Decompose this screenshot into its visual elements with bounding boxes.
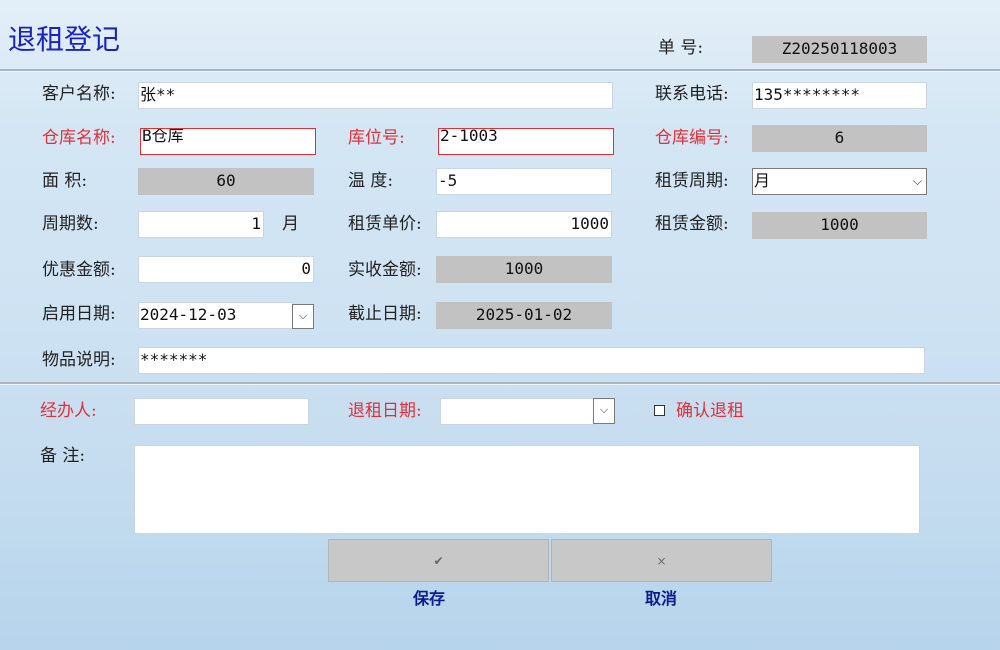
start-date-label: 启用日期: [42,304,116,324]
warehouse-name-label: 仓库名称: [42,128,116,148]
period-unit-label: 月 [282,214,299,234]
location-no-field[interactable]: 2-1003 [438,128,614,155]
area-field: 60 [138,168,314,195]
chevron-down-icon: ⌵ [599,403,609,416]
cancel-button-label[interactable]: 取消 [645,585,677,609]
confirm-return-checkbox[interactable] [654,405,665,416]
period-count-label: 周期数: [42,214,99,234]
end-date-field: 2025-01-02 [436,302,612,329]
phone-field[interactable]: 135******** [752,82,927,109]
customer-name-label: 客户名称: [42,84,116,104]
lease-period-label: 租赁周期: [655,171,729,191]
warehouse-no-label: 仓库编号: [655,128,729,148]
order-number-field: Z20250118003 [752,36,927,63]
discount-label: 优惠金额: [42,260,116,280]
top-divider [0,69,1000,72]
actual-amount-label: 实收金额: [348,260,422,280]
temperature-label: 温 度: [348,171,394,191]
confirm-return-label: 确认退租 [676,401,744,421]
temperature-field[interactable]: -5 [436,168,612,195]
actual-amount-field: 1000 [436,256,612,283]
lease-period-select[interactable]: 月 ⌵ [752,168,927,195]
end-date-label: 截止日期: [348,304,422,324]
close-icon: × [656,553,667,568]
return-date-label: 退租日期: [348,401,422,421]
handler-label: 经办人: [40,401,97,421]
lease-amount-field: 1000 [752,212,927,239]
return-date-input[interactable] [440,398,594,425]
chevron-down-icon[interactable]: ⌵ [913,169,922,193]
calendar-dropdown-button[interactable]: ⌵ [292,304,314,329]
remark-label: 备 注: [40,446,86,466]
middle-divider [0,382,1000,385]
start-date-field[interactable]: 2024-12-03 [138,302,293,329]
remark-textarea[interactable] [134,445,920,534]
item-desc-label: 物品说明: [42,350,116,370]
return-date-dropdown-button[interactable]: ⌵ [593,398,615,424]
customer-name-field[interactable]: 张** [138,82,613,109]
order-number-label: 单 号: [658,38,704,58]
unit-price-field[interactable]: 1000 [436,211,612,238]
area-label: 面 积: [42,171,88,191]
handler-input[interactable] [134,398,309,425]
phone-label: 联系电话: [655,84,729,104]
discount-field[interactable]: 0 [138,256,314,283]
save-button-label[interactable]: 保存 [413,585,445,609]
lease-amount-label: 租赁金额: [655,214,729,234]
warehouse-no-field: 6 [752,125,927,152]
location-no-label: 库位号: [348,128,405,148]
period-count-field[interactable]: 1 [138,211,264,238]
item-desc-field[interactable]: ******* [138,347,925,374]
unit-price-label: 租赁单价: [348,214,422,234]
lease-period-value: 月 [754,171,771,190]
cancel-button[interactable]: × [551,539,772,582]
page-title: 退租登记 [8,23,121,56]
warehouse-name-field[interactable]: B仓库 [140,128,316,155]
chevron-down-icon: ⌵ [298,309,308,322]
save-button[interactable]: ✔ [328,539,549,582]
check-icon: ✔ [433,553,444,568]
